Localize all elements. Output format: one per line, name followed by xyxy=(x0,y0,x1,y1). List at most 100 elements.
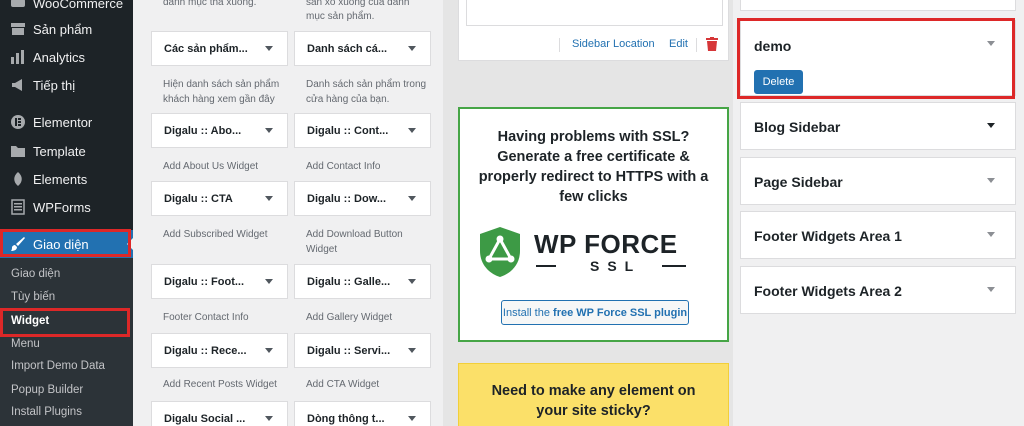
megaphone-icon xyxy=(8,75,28,95)
sticky-title-line: Need to make any element on xyxy=(491,383,696,399)
widget-title: Digalu :: Servi... xyxy=(307,344,391,357)
chevron-down-icon[interactable] xyxy=(265,46,273,51)
widget-title: Digalu :: Rece... xyxy=(164,344,247,357)
submenu-item-themes[interactable]: Giao diện xyxy=(11,268,60,280)
menu-item-template[interactable]: Template xyxy=(0,137,133,165)
widget-description: Danh sách sản phẩm trong cửa hàng của bạ… xyxy=(306,79,427,105)
menu-item-label: Giao diện xyxy=(33,236,89,252)
widget-description: mục sản phẩm. xyxy=(306,11,375,22)
chevron-down-icon[interactable] xyxy=(987,178,995,183)
menu-item-analytics[interactable]: Analytics xyxy=(0,43,133,71)
widget-card[interactable]: Các sản phẩm... xyxy=(151,31,288,66)
sidebar-panel-footer-1[interactable]: Footer Widgets Area 1 xyxy=(740,211,1016,259)
widget-description: Footer Contact Info xyxy=(163,312,249,323)
submenu-item-menus[interactable]: Menu xyxy=(11,338,40,350)
ssl-title-line: properly redirect to HTTPS with a xyxy=(478,169,709,185)
widget-card[interactable]: Digalu :: Servi... xyxy=(294,333,431,368)
button-strong-text: free WP Force SSL plugin xyxy=(553,306,688,319)
chevron-down-icon[interactable] xyxy=(408,279,416,284)
paintbrush-icon xyxy=(8,234,28,254)
submenu-item-customize[interactable]: Tùy biến xyxy=(11,291,55,303)
logo-rule xyxy=(536,265,556,267)
sidebar-widget-drop-zone xyxy=(466,0,723,26)
menu-item-wpforms[interactable]: WPForms xyxy=(0,193,133,221)
chevron-down-icon[interactable] xyxy=(987,287,995,292)
chevron-down-icon[interactable] xyxy=(408,46,416,51)
widget-title: Digalu Social ... xyxy=(164,412,246,425)
menu-item-label: Analytics xyxy=(33,49,86,65)
button-prefix: Install the xyxy=(502,306,550,319)
sidebar-panel-page[interactable]: Page Sidebar xyxy=(740,157,1016,205)
delete-sidebar-button[interactable]: Delete xyxy=(754,70,803,94)
widget-card[interactable]: Digalu :: Abo... xyxy=(151,113,288,148)
widget-card[interactable]: Dòng thông t... xyxy=(294,401,431,426)
menu-item-label: Sản phẩm xyxy=(33,21,93,37)
sticky-promo-box: Need to make any element on your site st… xyxy=(458,363,729,426)
archive-icon xyxy=(8,19,28,39)
widget-card[interactable]: Digalu :: CTA xyxy=(151,181,288,216)
leaf-icon xyxy=(8,169,28,189)
ssl-promo-title: Having problems with SSL? Generate a fre… xyxy=(460,127,727,207)
folder-icon xyxy=(8,141,28,161)
logo-wordmark: WP FORCE xyxy=(534,229,678,259)
chevron-down-icon[interactable] xyxy=(265,196,273,201)
widget-title: Digalu :: Foot... xyxy=(164,275,245,288)
submenu-item-popup-builder[interactable]: Popup Builder xyxy=(11,384,83,396)
menu-item-marketing[interactable]: Tiếp thị xyxy=(0,71,133,99)
chevron-down-icon[interactable] xyxy=(987,232,995,237)
menu-item-label: Elementor xyxy=(33,114,93,130)
chevron-down-icon[interactable] xyxy=(265,128,273,133)
menu-item-label: Tiếp thị xyxy=(33,77,76,93)
widget-card[interactable]: Digalu Social ... xyxy=(151,401,288,426)
widget-description: Add Download Button Widget xyxy=(306,229,403,255)
chevron-down-icon[interactable] xyxy=(987,41,995,46)
sidebar-panel-footer-2[interactable]: Footer Widgets Area 2 xyxy=(740,266,1016,314)
widget-card[interactable]: Danh sách cá... xyxy=(294,31,431,66)
chevron-down-icon[interactable] xyxy=(408,348,416,353)
submenu-item-widgets[interactable]: Widget xyxy=(11,315,49,327)
form-icon xyxy=(8,197,28,217)
sidebar-panel-demo[interactable]: demo Delete xyxy=(740,20,1016,96)
sticky-promo-title: Need to make any element on your site st… xyxy=(459,381,728,421)
chevron-down-icon[interactable] xyxy=(408,196,416,201)
wp-force-ssl-logo: WP FORCE SSL xyxy=(476,225,716,281)
sidebar-name: Footer Widgets Area 2 xyxy=(754,283,902,299)
submenu-item-import-demo[interactable]: Import Demo Data xyxy=(11,360,105,372)
chevron-down-icon[interactable] xyxy=(408,416,416,421)
chevron-down-icon[interactable] xyxy=(265,348,273,353)
widget-card[interactable]: Digalu :: Galle... xyxy=(294,264,431,299)
menu-item-products[interactable]: Sản phẩm xyxy=(0,15,133,43)
widget-card[interactable]: Digalu :: Rece... xyxy=(151,333,288,368)
widget-title: Danh sách cá... xyxy=(307,42,388,55)
divider xyxy=(696,38,697,52)
widget-description: Add Gallery Widget xyxy=(306,312,393,323)
chevron-down-icon[interactable] xyxy=(987,123,995,128)
menu-item-elements[interactable]: Elements xyxy=(0,165,133,193)
woocommerce-icon xyxy=(8,0,28,13)
sidebar-panel-blog[interactable]: Blog Sidebar xyxy=(740,102,1016,150)
ssl-promo-box: Having problems with SSL? Generate a fre… xyxy=(458,107,729,342)
install-ssl-plugin-button[interactable]: Install the free WP Force SSL plugin xyxy=(501,300,689,325)
chevron-down-icon[interactable] xyxy=(265,279,273,284)
widget-card[interactable]: Digalu :: Dow... xyxy=(294,181,431,216)
widget-card[interactable]: Digalu :: Cont... xyxy=(294,113,431,148)
sidebar-panel[interactable] xyxy=(740,0,1016,11)
widget-description: Add Recent Posts Widget xyxy=(163,379,277,390)
widget-card[interactable]: Digalu :: Foot... xyxy=(151,264,288,299)
menu-item-appearance[interactable]: Giao diện xyxy=(0,230,133,258)
submenu-item-install-plugins[interactable]: Install Plugins xyxy=(11,406,82,418)
menu-item-label: Elements xyxy=(33,171,88,187)
widget-description: Add About Us Widget xyxy=(163,161,259,172)
trash-icon[interactable] xyxy=(706,37,718,56)
sidebar-location-link[interactable]: Sidebar Location xyxy=(572,38,655,50)
chevron-down-icon[interactable] xyxy=(408,128,416,133)
available-widgets: danh mục thả xuống. sản xổ xuống của dan… xyxy=(133,0,443,426)
ssl-title-line: Having problems with SSL? xyxy=(497,129,690,145)
widget-description: Add Subscribed Widget xyxy=(163,229,268,240)
menu-item-elementor[interactable]: Elementor xyxy=(0,108,133,136)
edit-link[interactable]: Edit xyxy=(669,38,688,50)
bar-chart-icon xyxy=(8,47,28,67)
chevron-down-icon[interactable] xyxy=(265,416,273,421)
sticky-title-line: your site sticky? xyxy=(536,403,651,419)
admin-sidebar: WooCommerce Sản phẩm Analytics Tiếp thị … xyxy=(0,0,133,426)
